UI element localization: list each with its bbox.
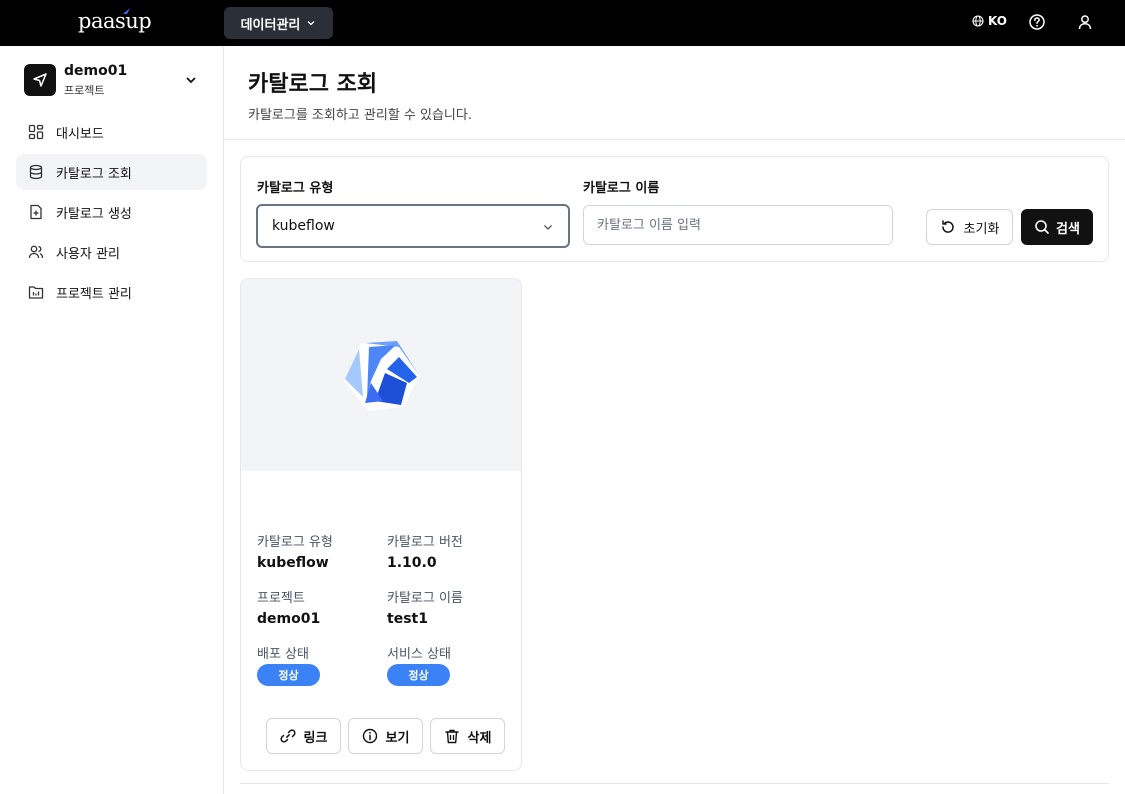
catalog-name-label: 카탈로그 이름 (583, 181, 660, 196)
folder-chart-icon (28, 286, 44, 299)
card-version-value: 1.10.0 (387, 555, 437, 571)
sidebar: demo01 프로젝트 대시보드 카탈로그 조회 카탈로그 생성 사용자 관리 … (0, 46, 224, 794)
card-name-label: 카탈로그 이름 (387, 591, 463, 606)
top-navigation-bar: paasup 데이터관리 KO (0, 0, 1125, 46)
navigation-arrow-icon (24, 64, 56, 96)
card-type-value: kubeflow (257, 555, 329, 571)
page-title: 카탈로그 조회 (248, 72, 378, 97)
sidebar-item-label: 사용자 관리 (56, 246, 120, 262)
sidebar-item-user-management[interactable]: 사용자 관리 (16, 234, 207, 270)
sidebar-item-catalog-search[interactable]: 카탈로그 조회 (16, 154, 207, 190)
menu-button-label: 데이터관리 (240, 17, 301, 33)
reset-button-label: 초기화 (963, 221, 1000, 237)
chevron-down-icon (186, 77, 196, 84)
users-icon (28, 245, 44, 259)
catalog-name-input[interactable] (583, 205, 893, 245)
globe-icon (972, 15, 984, 27)
card-type-label: 카탈로그 유형 (257, 535, 333, 550)
trash-icon (444, 729, 459, 744)
sidebar-item-label: 카탈로그 조회 (56, 166, 132, 182)
reset-button[interactable]: 초기화 (926, 209, 1013, 245)
sidebar-item-label: 카탈로그 생성 (56, 206, 132, 222)
view-button[interactable]: 보기 (348, 718, 423, 754)
link-button-label: 링크 (303, 730, 328, 746)
catalog-card: 카탈로그 유형 kubeflow 카탈로그 버전 1.10.0 프로젝트 dem… (240, 278, 522, 771)
paasup-logo[interactable]: paasup (78, 9, 152, 33)
language-selector[interactable]: KO (972, 14, 1007, 28)
chevron-down-icon (307, 21, 315, 26)
card-name-value: test1 (387, 611, 428, 627)
view-button-label: 보기 (385, 730, 410, 746)
card-service-status-label: 서비스 상태 (387, 647, 451, 662)
refresh-icon (941, 220, 954, 233)
sidebar-item-label: 프로젝트 관리 (56, 286, 132, 302)
help-icon[interactable] (1028, 13, 1046, 31)
card-project-label: 프로젝트 (257, 591, 305, 606)
info-icon (362, 728, 377, 744)
content-divider (240, 783, 1109, 784)
sidebar-item-project-management[interactable]: 프로젝트 관리 (16, 274, 207, 310)
catalog-card-image (241, 279, 521, 471)
dashboard-icon (28, 124, 44, 140)
link-button[interactable]: 링크 (266, 718, 341, 754)
search-filter-panel: 카탈로그 유형 kubeflow 카탈로그 이름 초기화 검색 (240, 156, 1109, 262)
delete-button-label: 삭제 (467, 730, 492, 746)
sidebar-item-catalog-create[interactable]: 카탈로그 생성 (16, 194, 207, 230)
search-button-label: 검색 (1056, 221, 1080, 237)
page-description: 카탈로그를 조회하고 관리할 수 있습니다. (248, 108, 472, 123)
sidebar-item-label: 대시보드 (56, 126, 104, 142)
logo-accent-mark (123, 8, 130, 14)
project-name: demo01 (64, 63, 128, 79)
chevron-down-icon (544, 225, 552, 230)
card-version-label: 카탈로그 버전 (387, 535, 463, 550)
file-plus-icon (30, 204, 42, 220)
service-status-badge: 정상 (387, 664, 450, 686)
card-deploy-status-label: 배포 상태 (257, 647, 309, 662)
sidebar-item-dashboard[interactable]: 대시보드 (16, 114, 207, 150)
catalog-type-label: 카탈로그 유형 (257, 181, 334, 196)
sidebar-nav: 대시보드 카탈로그 조회 카탈로그 생성 사용자 관리 프로젝트 관리 (16, 114, 207, 314)
user-icon[interactable] (1076, 13, 1094, 31)
language-code: KO (988, 14, 1007, 28)
kubeflow-logo-icon (344, 341, 419, 411)
database-icon (29, 164, 43, 180)
deploy-status-badge: 정상 (257, 664, 320, 686)
card-project-value: demo01 (257, 611, 321, 627)
project-switcher[interactable]: demo01 프로젝트 (24, 63, 200, 97)
search-button[interactable]: 검색 (1021, 209, 1093, 245)
link-icon (279, 729, 296, 743)
catalog-type-select[interactable]: kubeflow (256, 204, 570, 248)
search-icon (1035, 220, 1049, 234)
page-header: 카탈로그 조회 카탈로그를 조회하고 관리할 수 있습니다. (224, 46, 1125, 140)
project-subtitle: 프로젝트 (64, 84, 105, 97)
delete-button[interactable]: 삭제 (430, 718, 505, 754)
data-management-menu-button[interactable]: 데이터관리 (224, 7, 333, 39)
catalog-type-selected-value: kubeflow (272, 218, 335, 234)
